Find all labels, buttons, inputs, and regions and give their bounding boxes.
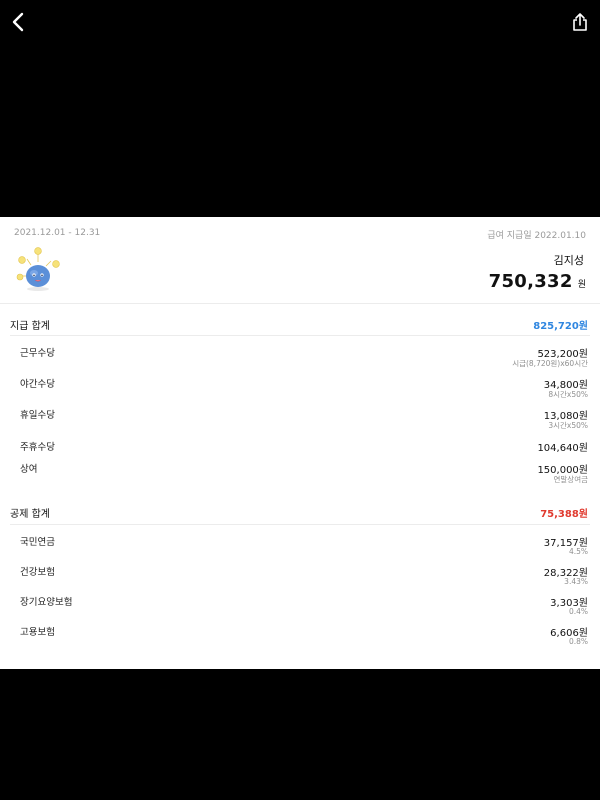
payment-item-label: 휴일수당 [20,410,55,421]
payment-item-label: 야간수당 [20,379,55,390]
deduction-item: 고용보험 6,606원 0.8% [0,624,600,652]
deduction-total-label: 공제 합계 [10,509,50,520]
deduction-item: 건강보험 28,322원 3.43% [0,564,600,592]
pay-period: 2021.12.01 - 12.31 [14,228,101,238]
payment-item-value: 104,640원 [537,443,588,454]
deduction-item-detail: 4.5% [568,547,588,556]
payment-item-label: 상여 [20,464,38,475]
divider [10,524,590,525]
share-icon [573,13,587,31]
payment-item: 근무수당 523,200원 시급(8,720원)x60시간 [0,345,600,373]
deduction-item-detail: 3.43% [564,577,588,586]
payment-item-detail: 8시간x50% [548,390,588,399]
chevron-left-icon [12,12,24,32]
employee-name: 김지성 [553,254,584,267]
coin-character-illustration [16,247,60,291]
deduction-item-label: 국민연금 [20,537,55,548]
deduction-item-label: 건강보험 [20,567,55,578]
payment-item-detail: 시급(8,720원)x60시간 [512,359,588,368]
payment-item: 상여 150,000원 연말상여금 [0,461,600,489]
deduction-item-label: 장기요양보험 [20,597,73,608]
payment-item-detail: 3시간x50% [548,421,588,430]
back-button[interactable] [6,9,30,35]
payment-item: 휴일수당 13,080원 3시간x50% [0,407,600,435]
deduction-item-label: 고용보험 [20,627,55,638]
net-pay-amount: 750,332 [488,271,573,292]
share-button[interactable] [568,10,592,34]
divider [10,335,590,336]
payment-total-amount: 825,720원 [533,321,588,332]
top-navigation-bar [0,0,600,44]
net-pay-unit: 원 [577,280,586,290]
deduction-item-detail: 0.4% [568,607,588,616]
payment-item-detail: 연말상여금 [553,475,589,484]
payment-total-label: 지급 합계 [10,321,50,332]
payment-item-label: 주휴수당 [20,442,55,453]
deduction-item-detail: 0.8% [568,637,588,646]
payment-item: 야간수당 34,800원 8시간x50% [0,376,600,404]
divider [0,303,600,304]
pay-date: 급여 지급일 2022.01.10 [487,231,586,241]
net-pay: 750,332 원 [489,271,586,292]
payment-item-label: 근무수당 [20,348,55,359]
payslip-card: 2021.12.01 - 12.31 급여 지급일 2022.01.10 김지성… [0,217,600,669]
deduction-total-amount: 75,388원 [540,509,588,520]
deduction-item: 국민연금 37,157원 4.5% [0,534,600,562]
deduction-item: 장기요양보험 3,303원 0.4% [0,594,600,622]
